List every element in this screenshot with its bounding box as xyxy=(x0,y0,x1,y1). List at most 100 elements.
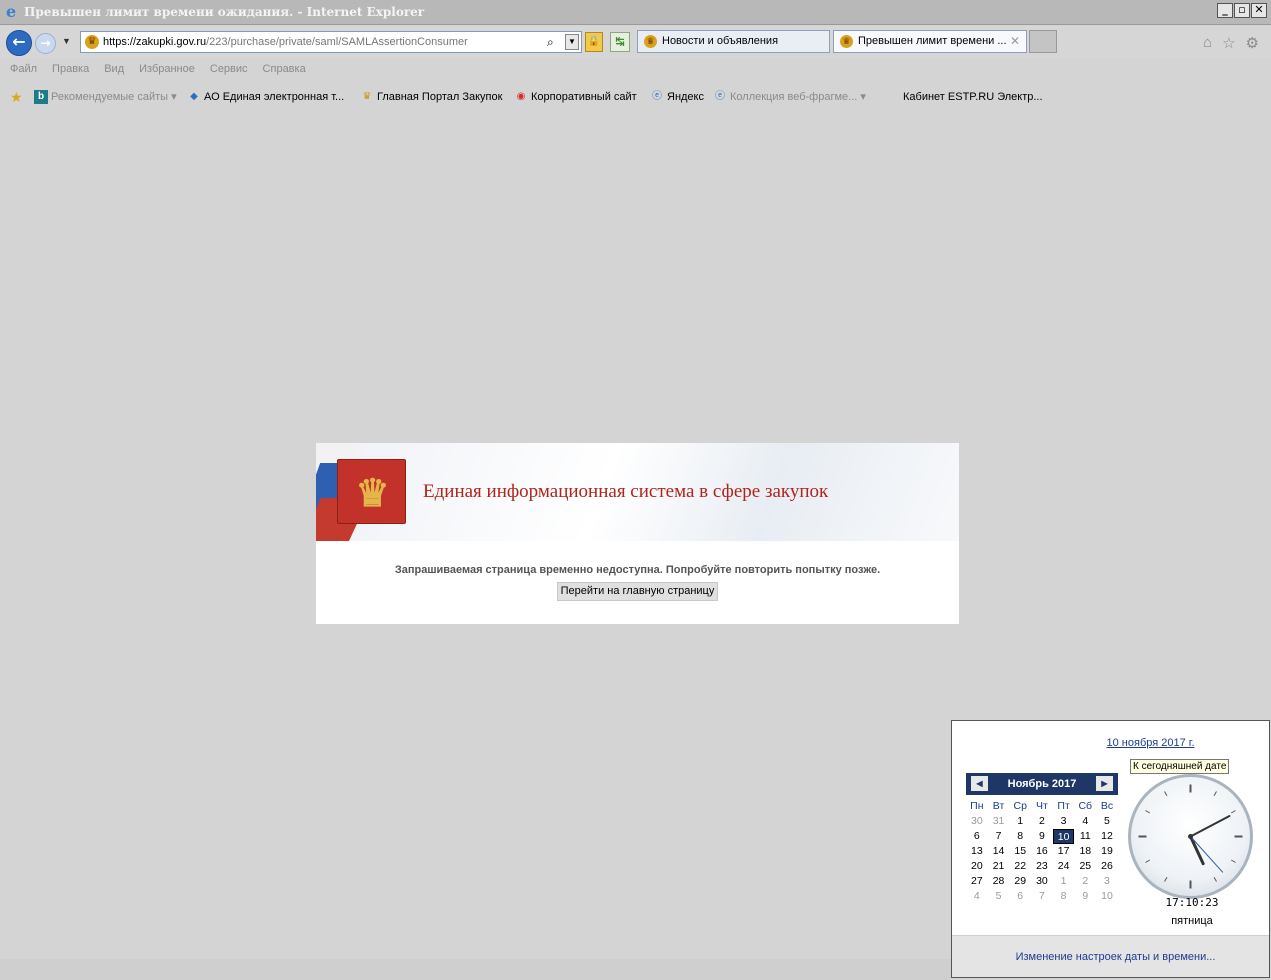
weekday-label: Ср xyxy=(1013,800,1027,812)
tab-close-icon[interactable]: ✕ xyxy=(1010,31,1020,52)
window-controls: _ ▫ ✕ xyxy=(1217,3,1267,18)
search-icon[interactable]: ⌕ xyxy=(547,34,563,50)
calendar-day[interactable]: 10 xyxy=(1096,889,1118,904)
calendar-day[interactable]: 20 xyxy=(966,859,988,874)
calendar-day[interactable]: 6 xyxy=(1009,889,1031,904)
calendar-week-row: 20 21 22 23 24 25 26 xyxy=(966,859,1118,874)
calendar-day[interactable]: 22 xyxy=(1009,859,1031,874)
calendar-day[interactable]: 27 xyxy=(966,874,988,889)
calendar-day[interactable]: 7 xyxy=(1031,889,1053,904)
menu-file[interactable]: Файл xyxy=(10,59,37,79)
calendar-day[interactable]: 18 xyxy=(1074,844,1096,859)
favorite-label: Рекомендуемые сайты ▾ xyxy=(51,91,177,103)
gear-icon[interactable]: ⚙ xyxy=(1246,34,1259,52)
calendar-day[interactable]: 26 xyxy=(1096,859,1118,874)
back-arrow-icon: ← xyxy=(12,32,26,51)
calendar-day[interactable]: 12 xyxy=(1096,829,1118,844)
tab-label: Превышен лимит времени ... xyxy=(858,35,1007,47)
calendar-day[interactable]: 16 xyxy=(1031,844,1053,859)
change-date-time-settings-link[interactable]: Изменение настроек даты и времени... xyxy=(952,951,1269,963)
eis-banner: ♛ Единая информационная система в сфере … xyxy=(316,443,959,541)
tab-timeout[interactable]: ♛ Превышен лимит времени ... ✕ xyxy=(833,30,1027,53)
weekday-header-row: Пн Вт Ср Чт Пт Сб Вс xyxy=(966,799,1118,814)
ie-page-icon: ⓔ xyxy=(715,91,725,102)
calendar-day[interactable]: 29 xyxy=(1009,874,1031,889)
calendar-day[interactable]: 13 xyxy=(966,844,988,859)
calendar-day[interactable]: 10 xyxy=(1052,829,1075,844)
calendar-day[interactable]: 11 xyxy=(1074,829,1096,844)
calendar-day[interactable]: 25 xyxy=(1074,859,1096,874)
calendar-day[interactable]: 21 xyxy=(988,859,1010,874)
address-dropdown-icon[interactable]: ▼ xyxy=(565,34,579,50)
menu-view[interactable]: Вид xyxy=(104,59,124,79)
clock-tick xyxy=(1230,859,1236,863)
lock-icon[interactable]: 🔒 xyxy=(585,32,603,52)
calendar-day[interactable]: 4 xyxy=(1074,814,1096,829)
favorite-recommended[interactable]: b Рекомендуемые сайты ▾ xyxy=(34,89,177,105)
next-month-button[interactable]: ▶ xyxy=(1096,776,1113,791)
calendar-day[interactable]: 1 xyxy=(1053,874,1075,889)
calendar-day[interactable]: 3 xyxy=(1096,874,1118,889)
calendar-day[interactable]: 30 xyxy=(1031,874,1053,889)
month-label: Ноябрь 2017 xyxy=(1007,778,1077,790)
calendar-day[interactable]: 31 xyxy=(988,814,1010,829)
add-favorite-star-icon[interactable]: ★ xyxy=(10,89,23,106)
favorite-yandex[interactable]: ⓔ Яндекс xyxy=(650,89,704,105)
favorite-estp-cabinet[interactable]: Кабинет ESTP.RU Электр... xyxy=(886,89,1043,105)
clock-face-svg xyxy=(1138,784,1243,889)
calendar-day[interactable]: 3 xyxy=(1053,814,1075,829)
forward-button[interactable]: → xyxy=(35,33,56,54)
calendar-day[interactable]: 23 xyxy=(1031,859,1053,874)
new-tab-button[interactable] xyxy=(1029,30,1057,53)
title-bar: e Превышен лимит времени ожидания. - Int… xyxy=(0,0,1271,25)
calendar-day[interactable]: 30 xyxy=(966,814,988,829)
refresh-icon[interactable]: ↹ xyxy=(610,32,630,52)
favorite-label: Кабинет ESTP.RU Электр... xyxy=(903,91,1043,103)
calendar-day[interactable]: 28 xyxy=(988,874,1010,889)
back-button[interactable]: ← xyxy=(6,30,32,56)
calendar-day[interactable]: 24 xyxy=(1053,859,1075,874)
calendar-day[interactable]: 5 xyxy=(1096,814,1118,829)
calendar-day[interactable]: 19 xyxy=(1096,844,1118,859)
calendar-day[interactable]: 2 xyxy=(1031,814,1053,829)
favorite-label: Корпоративный сайт xyxy=(531,91,637,103)
calendar-day[interactable]: 9 xyxy=(1031,829,1053,844)
today-date-link[interactable]: 10 ноября 2017 г. xyxy=(952,737,1269,749)
calendar-day[interactable]: 1 xyxy=(1009,814,1031,829)
close-button[interactable]: ✕ xyxy=(1251,3,1267,18)
go-home-button[interactable]: Перейти на главную страницу xyxy=(557,582,718,601)
menu-tools[interactable]: Сервис xyxy=(210,59,248,79)
digital-time: 17:10:23 xyxy=(1165,896,1219,909)
address-bar[interactable]: ♛ https://zakupki.gov.ru/223/purchase/pr… xyxy=(80,31,582,53)
favorites-star-icon[interactable]: ☆ xyxy=(1222,34,1235,52)
menu-favorites[interactable]: Избранное xyxy=(139,59,195,79)
menu-edit[interactable]: Правка xyxy=(52,59,89,79)
calendar-day[interactable]: 9 xyxy=(1074,889,1096,904)
home-icon[interactable]: ⌂ xyxy=(1203,34,1212,52)
favorite-corporate-site[interactable]: ◉ Корпоративный сайт xyxy=(514,89,637,105)
calendar-day[interactable]: 15 xyxy=(1009,844,1031,859)
calendar-day[interactable]: 8 xyxy=(1009,829,1031,844)
calendar-day[interactable]: 17 xyxy=(1053,844,1075,859)
tab-news[interactable]: ♛ Новости и объявления xyxy=(637,30,830,53)
calendar-day[interactable]: 4 xyxy=(966,889,988,904)
prev-month-button[interactable]: ◀ xyxy=(971,776,988,791)
address-url[interactable]: https://zakupki.gov.ru/223/purchase/priv… xyxy=(103,36,468,48)
favorite-label: Главная Портал Закупок xyxy=(377,91,503,103)
calendar-day[interactable]: 7 xyxy=(988,829,1010,844)
minimize-button[interactable]: _ xyxy=(1217,3,1233,18)
calendar-day[interactable]: 2 xyxy=(1074,874,1096,889)
maximize-button[interactable]: ▫ xyxy=(1234,3,1250,18)
favorite-web-slices[interactable]: ⓔ Коллекция веб-фрагме... ▾ xyxy=(713,89,866,105)
history-dropdown-icon[interactable]: ▼ xyxy=(62,36,71,46)
menu-help[interactable]: Справка xyxy=(263,59,306,79)
tab-favicon-icon: ♛ xyxy=(644,35,657,48)
calendar-day[interactable]: 6 xyxy=(966,829,988,844)
calendar-day[interactable]: 14 xyxy=(988,844,1010,859)
favorite-zakupki-portal[interactable]: ♛ Главная Портал Закупок xyxy=(360,89,503,105)
navigation-bar: ← → ▼ ♛ https://zakupki.gov.ru/223/purch… xyxy=(0,26,1271,58)
calendar-day[interactable]: 5 xyxy=(988,889,1010,904)
menu-bar: Файл Правка Вид Избранное Сервис Справка xyxy=(0,59,1271,79)
favorite-etp[interactable]: ◆ АО Единая электронная т... xyxy=(187,89,344,105)
calendar-day[interactable]: 8 xyxy=(1053,889,1075,904)
